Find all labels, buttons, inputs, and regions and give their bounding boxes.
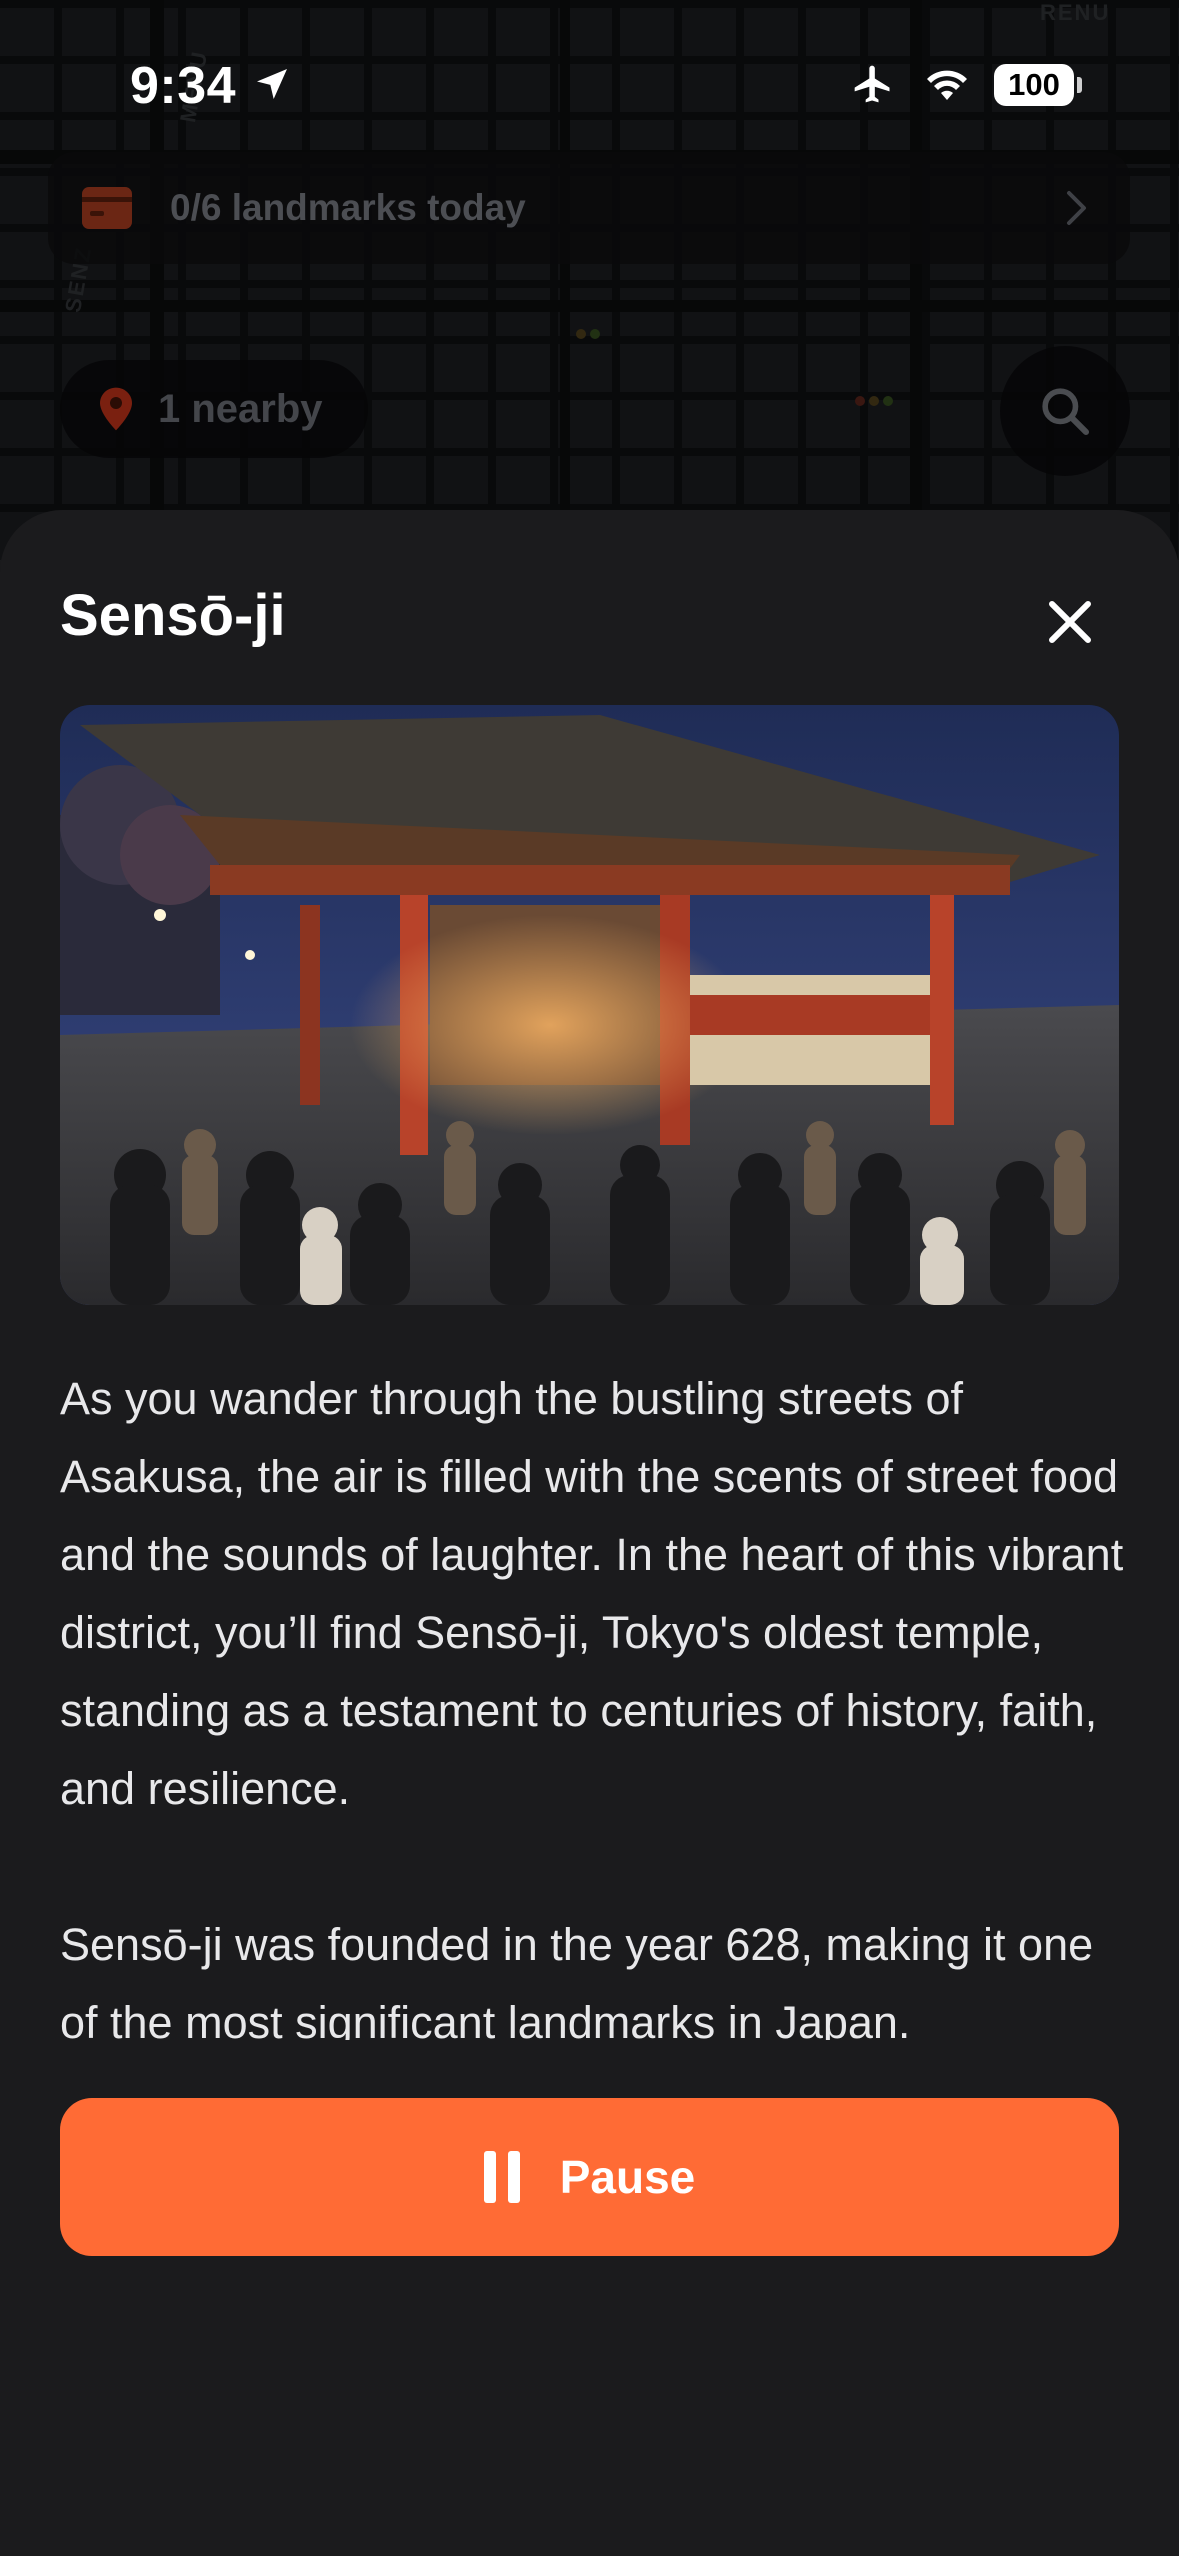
airplane-icon (854, 65, 890, 103)
search-icon (1042, 388, 1090, 436)
landmarks-today-label: 0/6 landmarks today (170, 187, 526, 228)
landmark-detail-sheet: Sensō-ji As you wander through the bustl… (0, 510, 1179, 2556)
wifi-icon (927, 70, 967, 100)
description-paragraph: Sensō-ji was founded in the year 628, ma… (60, 1919, 1094, 2040)
nearby-button[interactable]: 1 nearby (60, 360, 368, 458)
pause-label: Pause (559, 2151, 696, 2203)
status-time: 9:34 (130, 57, 237, 115)
landmark-title: Sensō-ji (60, 583, 286, 648)
ticket-icon (82, 187, 132, 229)
battery-icon: 100 (994, 64, 1074, 106)
location-arrow-icon (257, 69, 287, 99)
description-paragraph: As you wander through the bustling stree… (60, 1373, 1124, 1814)
chevron-right-icon (1067, 191, 1086, 225)
close-icon[interactable] (1040, 592, 1100, 652)
pause-button[interactable]: Pause (60, 2098, 1119, 2256)
status-bar: 9:34 100 (0, 0, 1179, 170)
landmark-photo (60, 705, 1119, 1305)
landmark-description[interactable]: As you wander through the bustling stree… (60, 1360, 1130, 2040)
pin-icon (100, 387, 132, 431)
landmarks-today-banner[interactable]: 0/6 landmarks today (48, 152, 1130, 264)
battery-tip (1077, 77, 1082, 93)
pause-icon (483, 2151, 520, 2203)
nearby-label: 1 nearby (158, 386, 323, 431)
search-button[interactable] (1000, 346, 1130, 476)
